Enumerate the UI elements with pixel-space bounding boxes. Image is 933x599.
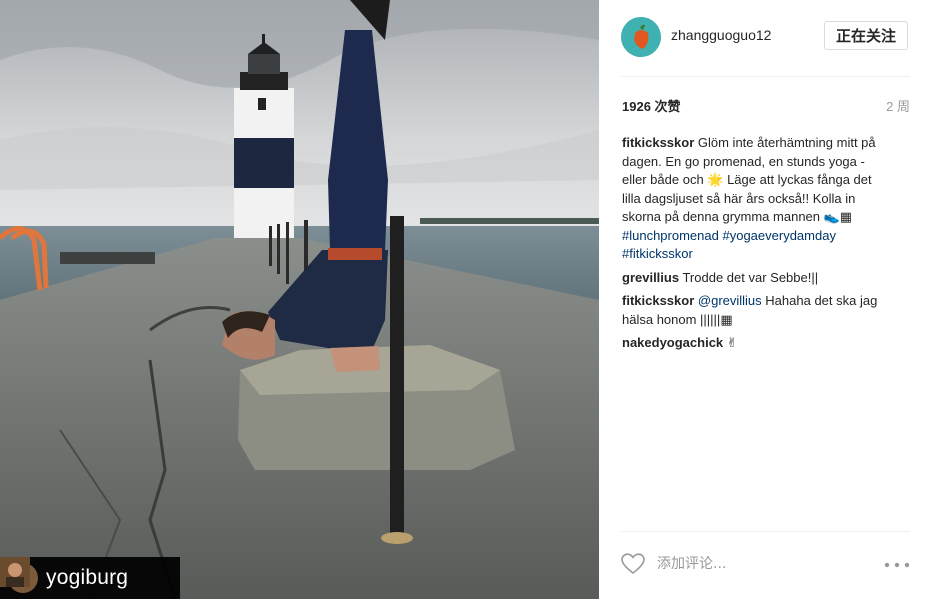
like-count[interactable]: 1926 次赞	[622, 96, 681, 115]
comment-text: skorna på denna grymma mannen 👟▦	[622, 209, 853, 224]
comment-list: fitkicksskor Glöm inte återhämtning mitt…	[622, 134, 912, 358]
comment-author[interactable]: grevillius	[622, 270, 679, 285]
comment: grevillius Trodde det var Sebbe!||	[622, 269, 912, 288]
post-photo[interactable]: yogiburg	[0, 0, 599, 599]
comment-author[interactable]: nakedyogachick	[622, 335, 723, 350]
comment-author[interactable]: fitkicksskor	[622, 293, 694, 308]
divider	[621, 76, 910, 77]
repost-avatar	[0, 557, 38, 593]
comment: nakedyogachick ✌	[622, 334, 912, 353]
comment-text: hälsa honom ||||||▦	[622, 311, 733, 327]
comment: fitkicksskor @grevillius Hahaha det ska …	[622, 292, 912, 329]
heart-icon[interactable]	[621, 553, 645, 575]
comment-text: Glöm inte återhämtning mitt på	[697, 135, 876, 150]
comment-author[interactable]: fitkicksskor	[622, 135, 694, 150]
pepper-avatar-icon	[621, 17, 661, 57]
photo-scene	[0, 0, 599, 599]
comment-text: lilla dagsljuset så här års också!! Koll…	[622, 190, 856, 206]
repost-username[interactable]: yogiburg	[46, 566, 128, 590]
comment-text: Hahaha det ska jag	[765, 293, 878, 308]
following-button[interactable]: 正在关注	[824, 21, 908, 50]
post-age[interactable]: 2 周	[886, 96, 910, 115]
comment-text: Trodde det var Sebbe!||	[682, 269, 819, 285]
hashtag-link[interactable]: #fitkicksskor	[622, 246, 693, 261]
repost-badge[interactable]: yogiburg	[0, 557, 180, 599]
add-comment-input[interactable]: 添加评论...	[657, 553, 726, 573]
post-header: zhangguoguo12 正在关注	[599, 0, 933, 76]
caption-comment: fitkicksskor Glöm inte återhämtning mitt…	[622, 134, 912, 264]
hashtag-link[interactable]: #lunchpromenad	[622, 228, 719, 243]
hashtag-link[interactable]: #yogaeverydamday	[722, 228, 835, 243]
post-sidebar: zhangguoguo12 正在关注 1926 次赞 2 周 fitkickss…	[599, 0, 933, 599]
mention-link[interactable]: @grevillius	[698, 293, 762, 308]
comment-text: eller både och 🌟 Läge att lyckas fånga d…	[622, 172, 872, 187]
comment-text: ✌	[726, 335, 738, 350]
comment-text: dagen. En go promenad, en stunds yoga -	[622, 153, 865, 169]
avatar[interactable]	[621, 17, 661, 57]
post-username[interactable]: zhangguoguo12	[671, 27, 771, 43]
post-actions: 添加评论...	[621, 531, 910, 599]
more-options-icon[interactable]	[884, 562, 910, 568]
